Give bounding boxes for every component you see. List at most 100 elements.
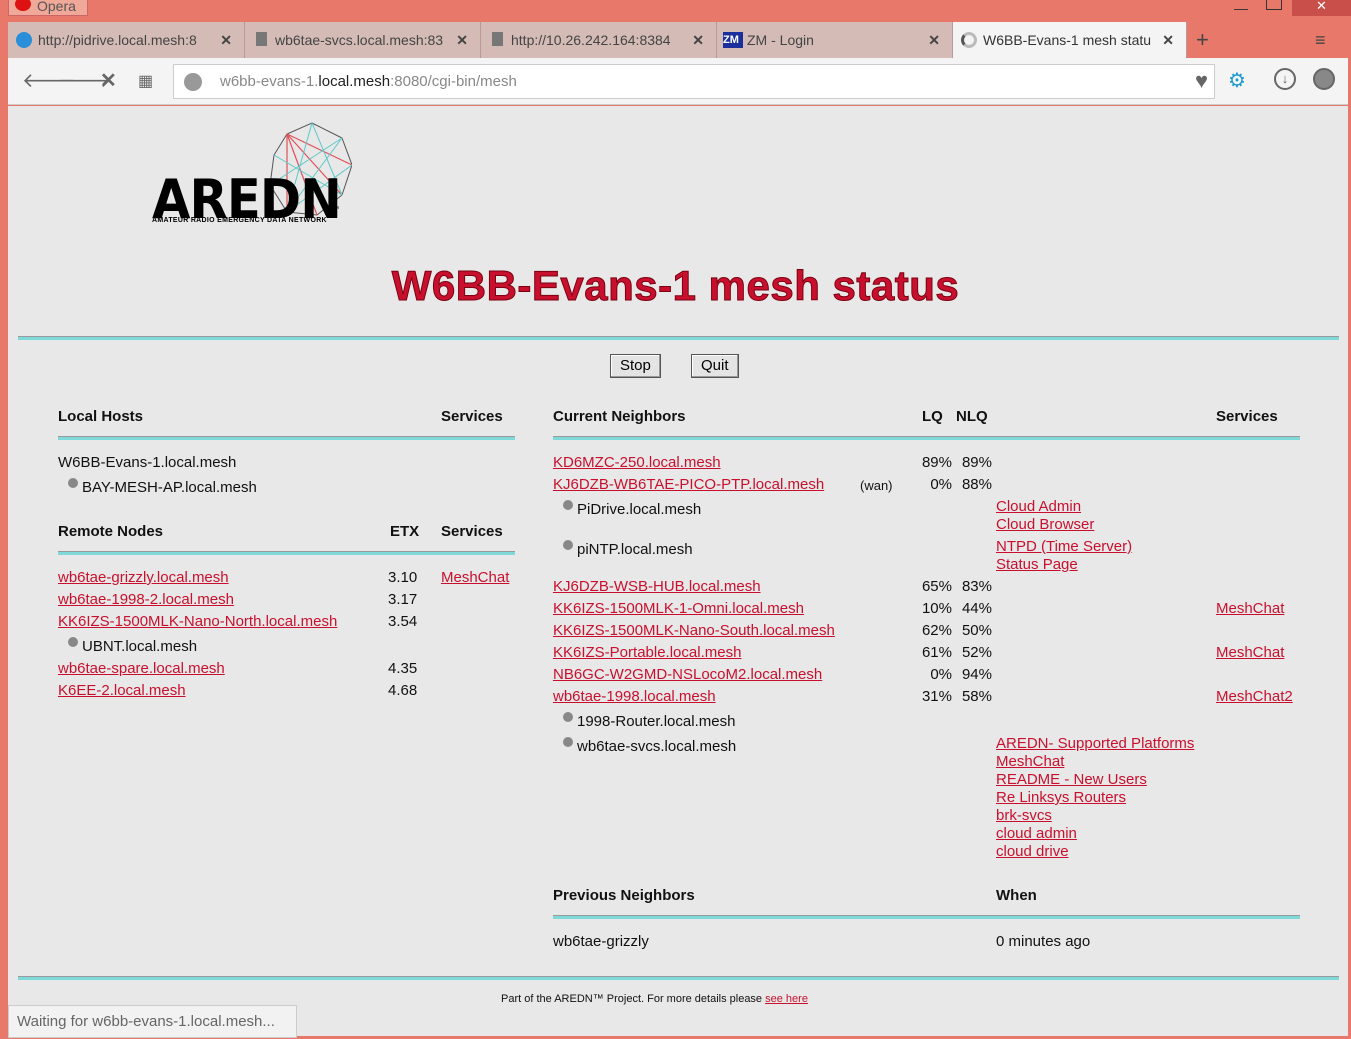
neighbor-link[interactable]: wb6tae-1998.local.mesh (553, 688, 716, 705)
remote-node-link[interactable]: wb6tae-1998-2.local.mesh (58, 591, 234, 608)
bullet-icon (563, 712, 573, 722)
page-title: W6BB-Evans-1 mesh status (391, 262, 960, 310)
lq-value: 61% (921, 644, 952, 661)
lq-value: 62% (921, 622, 952, 639)
url-path: :8080/cgi-bin/mesh (390, 73, 517, 90)
service-link[interactable]: AREDN- Supported Platforms (996, 735, 1194, 752)
bookmark-heart-icon[interactable]: ♥ (1195, 64, 1208, 97)
services-header: Services (441, 408, 503, 425)
etx-value: 4.68 (388, 682, 418, 699)
lq-value: 0% (930, 666, 952, 683)
footer: Part of the AREDN™ Project. For more det… (501, 993, 808, 1005)
globe-icon (16, 32, 32, 48)
divider (553, 915, 1300, 919)
close-tab-icon[interactable]: ✕ (456, 22, 468, 58)
nlq-value: 94% (961, 666, 992, 683)
service-link[interactable]: brk-svcs (996, 807, 1052, 824)
nlq-value: 52% (961, 644, 992, 661)
service-link[interactable]: MeshChat (996, 753, 1064, 770)
account-icon[interactable] (1313, 68, 1335, 90)
service-link[interactable]: MeshChat (1216, 600, 1284, 617)
nlq-value: 83% (961, 578, 992, 595)
service-link[interactable]: README - New Users (996, 771, 1147, 788)
divider (58, 436, 515, 440)
bullet-icon (563, 500, 573, 510)
opera-menu-button[interactable]: Opera (8, 0, 88, 16)
wan-tag: (wan) (860, 478, 893, 493)
previous-neighbors-header: Previous Neighbors (553, 887, 695, 904)
services-header: Services (441, 523, 503, 540)
lq-value: 10% (921, 600, 952, 617)
stop-loading-button[interactable]: ✕ (100, 68, 117, 93)
tab-wb6tae-svcs[interactable]: wb6tae-svcs.local.mesh:83 ✕ (245, 22, 481, 58)
service-link[interactable]: NTPD (Time Server) (996, 538, 1132, 555)
opera-logo-icon (15, 0, 31, 11)
service-link[interactable]: cloud drive (996, 843, 1069, 860)
tab-10-26-242-164[interactable]: http://10.26.242.164:8384 ✕ (481, 22, 717, 58)
download-icon[interactable]: ↓ (1274, 68, 1296, 90)
tab-menu-icon[interactable]: ≡ (1315, 30, 1326, 51)
loading-icon (961, 32, 977, 48)
neighbor-link[interactable]: KK6IZS-1500MLK-Nano-South.local.mesh (553, 622, 835, 639)
bullet-icon (563, 540, 573, 550)
host-name: wb6tae-svcs.local.mesh (577, 738, 737, 755)
minimize-button[interactable]: — (1234, 0, 1248, 16)
service-link[interactable]: Re Linksys Routers (996, 789, 1126, 806)
neighbor-link[interactable]: NB6GC-W2GMD-NSLocoM2.local.mesh (553, 666, 822, 683)
extension-icon[interactable]: ⚙ (1228, 68, 1246, 93)
host-name: BAY-MESH-AP.local.mesh (82, 479, 257, 496)
previous-neighbor: wb6tae-grizzly (553, 933, 649, 950)
remote-node-link[interactable]: wb6tae-grizzly.local.mesh (58, 569, 229, 586)
close-tab-icon[interactable]: ✕ (1162, 22, 1174, 58)
service-link[interactable]: Cloud Browser (996, 516, 1094, 533)
nlq-value: 88% (961, 476, 992, 493)
close-tab-icon[interactable]: ✕ (928, 22, 940, 58)
divider (18, 976, 1339, 980)
service-link[interactable]: MeshChat (1216, 644, 1284, 661)
site-info-icon[interactable] (184, 73, 202, 91)
tab-label: http://10.26.242.164:8384 (511, 32, 671, 48)
new-tab-button[interactable]: + (1196, 27, 1209, 53)
bullet-icon (563, 737, 573, 747)
tab-mesh-status[interactable]: W6BB-Evans-1 mesh statu ✕ (953, 22, 1187, 58)
neighbor-link[interactable]: KD6MZC-250.local.mesh (553, 454, 721, 471)
close-window-button[interactable]: ✕ (1292, 0, 1351, 16)
remote-node-link[interactable]: wb6tae-spare.local.mesh (58, 660, 225, 677)
remote-node-link[interactable]: K6EE-2.local.mesh (58, 682, 186, 699)
url-prefix: w6bb-evans-1. (220, 73, 319, 90)
bullet-icon (68, 637, 78, 647)
close-tab-icon[interactable]: ✕ (220, 22, 232, 58)
divider (18, 336, 1339, 340)
tab-pidrive[interactable]: http://pidrive.local.mesh:8 ✕ (8, 22, 245, 58)
neighbor-host: wb6tae-svcs.local.mesh (563, 737, 737, 755)
service-link[interactable]: Status Page (996, 556, 1078, 573)
lq-value: 89% (921, 454, 952, 471)
etx-value: 3.17 (388, 591, 418, 608)
service-link[interactable]: cloud admin (996, 825, 1077, 842)
speed-dial-icon[interactable]: ▦ (138, 71, 153, 91)
service-link[interactable]: Cloud Admin (996, 498, 1081, 515)
see-here-link[interactable]: see here (765, 993, 808, 1005)
neighbor-link[interactable]: KJ6DZB-WB6TAE-PICO-PTP.local.mesh (553, 476, 824, 493)
services-header: Services (1216, 408, 1278, 425)
maximize-button[interactable] (1266, 0, 1282, 10)
neighbor-link[interactable]: KK6IZS-1500MLK-1-Omni.local.mesh (553, 600, 804, 617)
nlq-value: 50% (961, 622, 992, 639)
neighbor-host: PiDrive.local.mesh (563, 500, 701, 518)
service-link[interactable]: MeshChat (441, 569, 509, 586)
lq-header: LQ (922, 408, 943, 425)
close-tab-icon[interactable]: ✕ (692, 22, 704, 58)
logo-tm: ™ (332, 206, 339, 213)
nlq-value: 44% (961, 600, 992, 617)
url-host: local.mesh (318, 73, 391, 90)
address-bar[interactable]: w6bb-evans-1.local.mesh:8080/cgi-bin/mes… (173, 64, 1215, 99)
divider (58, 551, 515, 555)
stop-button[interactable]: Stop (610, 354, 661, 378)
service-link[interactable]: MeshChat2 (1216, 688, 1293, 705)
quit-button[interactable]: Quit (691, 354, 739, 378)
remote-node-link[interactable]: KK6IZS-1500MLK-Nano-North.local.mesh (58, 613, 337, 630)
host-name: 1998-Router.local.mesh (577, 713, 736, 730)
tab-zm-login[interactable]: ZM ZM - Login ✕ (717, 22, 953, 58)
neighbor-link[interactable]: KK6IZS-Portable.local.mesh (553, 644, 741, 661)
neighbor-link[interactable]: KJ6DZB-WSB-HUB.local.mesh (553, 578, 761, 595)
